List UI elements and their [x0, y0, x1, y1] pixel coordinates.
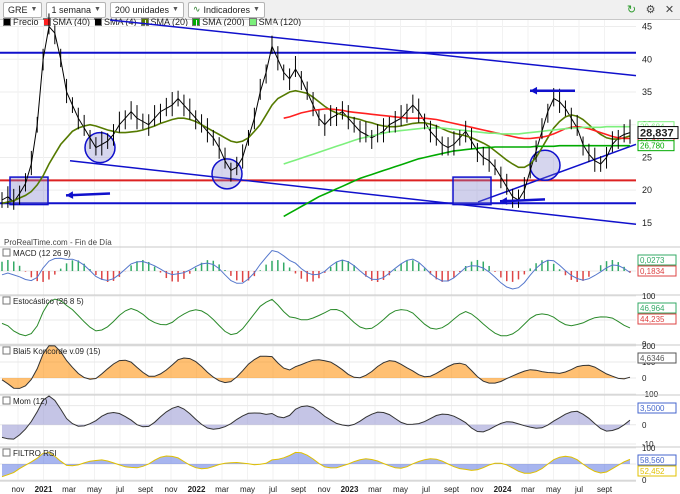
y-tick-label: 15 — [642, 218, 652, 228]
chart-canvas[interactable]: 1520253035404529,68427,91326,78028,837Pr… — [0, 0, 680, 494]
x-tick-label: jul — [115, 485, 124, 494]
indicator-value-text: 52,452 — [640, 467, 665, 476]
indicator-line — [1, 298, 631, 337]
last-price-text: 28,837 — [640, 128, 674, 140]
indicator-value-text: 46,964 — [640, 304, 665, 313]
x-tick-label: jul — [421, 485, 430, 494]
y-tick-label: 200 — [642, 342, 656, 351]
arrow-annotation-head — [530, 86, 538, 95]
indicator-value-text: 44,235 — [640, 315, 665, 324]
y-tick-label: 0 — [642, 421, 647, 430]
x-tick-label: nov — [471, 485, 484, 494]
panel-toggle-icon — [2, 448, 11, 457]
highlight-box — [452, 176, 492, 206]
x-tick-label: jul — [574, 485, 583, 494]
panel-toggle-icon — [2, 396, 11, 405]
x-tick-label: sept — [597, 485, 613, 494]
indicator-value-text: 0,1834 — [640, 267, 665, 276]
x-tick-label: mar — [368, 485, 382, 494]
panel-title: Blai5 Koncorde v.09 (15) — [13, 347, 101, 356]
x-tick-label: sept — [138, 485, 154, 494]
indicator-value-text: 4,6346 — [640, 354, 665, 363]
y-tick-label: 0 — [642, 476, 647, 485]
x-tick-label: may — [393, 485, 408, 494]
x-tick-label: mar — [62, 485, 76, 494]
x-tick-label: may — [87, 485, 102, 494]
y-tick-label: 35 — [642, 87, 652, 97]
panel-toggle-icon — [2, 248, 11, 257]
y-tick-label: 40 — [642, 54, 652, 64]
trendline-upper — [109, 19, 637, 77]
y-tick-label: 45 — [642, 22, 652, 32]
x-tick-label: mar — [215, 485, 229, 494]
x-tick-label: nov — [318, 485, 331, 494]
x-tick-label: 2024 — [494, 485, 512, 494]
y-tick-label: 25 — [642, 152, 652, 162]
panel-title: FILTRO RSI — [13, 449, 56, 458]
panel-title: Mom (12) — [13, 397, 48, 406]
indicator-value-text: 58,560 — [640, 456, 665, 465]
y-tick-label: 0 — [642, 374, 647, 383]
indicator-area — [2, 396, 630, 440]
x-tick-label: may — [240, 485, 255, 494]
y-tick-label: 100 — [642, 444, 656, 453]
indicator-area — [2, 452, 630, 477]
x-tick-label: 2022 — [188, 485, 206, 494]
y-tick-label: 100 — [642, 292, 656, 301]
arrow-annotation-head — [66, 191, 74, 199]
value-badge-text: 26,780 — [640, 142, 665, 151]
indicator-value-text: 0,0273 — [640, 256, 665, 265]
panel-toggle-icon — [2, 346, 11, 355]
x-tick-label: sept — [291, 485, 307, 494]
x-tick-label: mar — [521, 485, 535, 494]
panel-toggle-icon — [2, 296, 11, 305]
panel-title: MACD (12 26 9) — [13, 249, 71, 258]
x-tick-label: jul — [268, 485, 277, 494]
indicator-value-text: 3,5000 — [640, 404, 665, 413]
x-tick-label: may — [546, 485, 561, 494]
x-tick-label: 2021 — [35, 485, 53, 494]
source-label: ProRealTime.com - Fin de Día — [4, 238, 112, 247]
x-tick-label: nov — [12, 485, 25, 494]
y-tick-label: 20 — [642, 185, 652, 195]
panel-title: Estocástico (26 8 5) — [13, 297, 84, 306]
x-tick-label: sept — [444, 485, 460, 494]
x-tick-label: nov — [165, 485, 178, 494]
x-tick-label: 2023 — [341, 485, 359, 494]
